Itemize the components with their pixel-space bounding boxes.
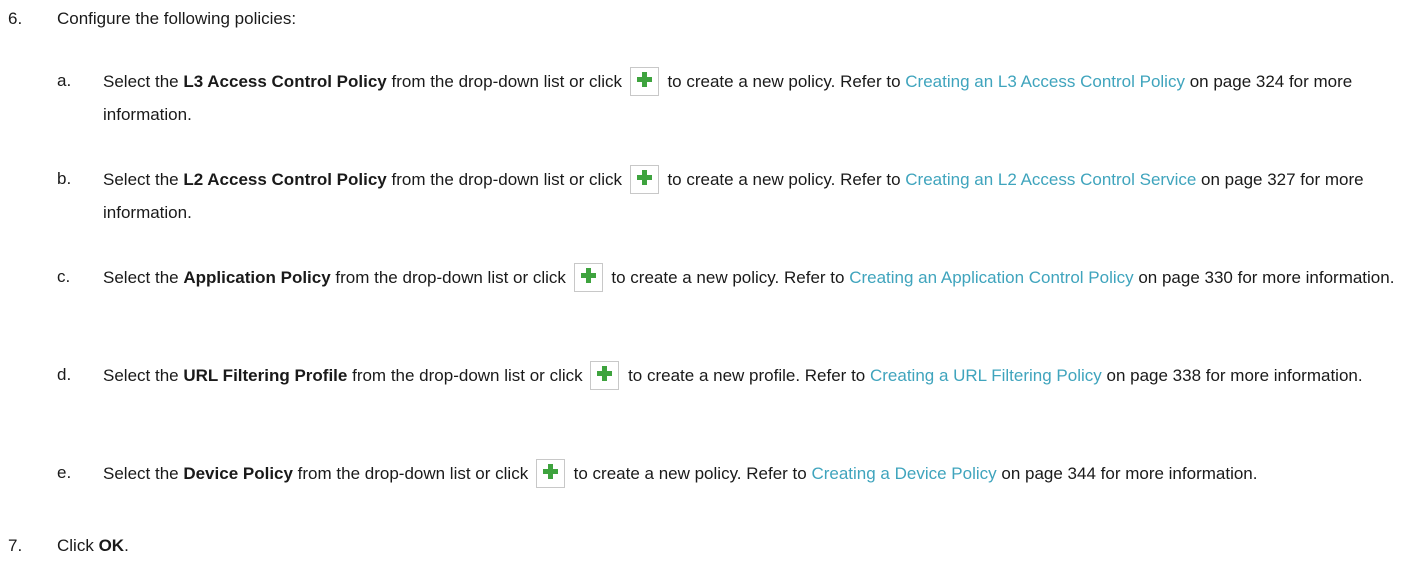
substep-post: to create a new profile. Refer to bbox=[623, 366, 870, 385]
plus-icon bbox=[636, 170, 652, 185]
substep-letter: e. bbox=[57, 463, 72, 482]
reference-link[interactable]: Creating an L3 Access Control Policy bbox=[905, 72, 1185, 91]
substep-text: Select the Application Policy from the d… bbox=[103, 261, 1396, 294]
substep-letter: b. bbox=[57, 169, 72, 188]
add-policy-button[interactable] bbox=[535, 459, 565, 488]
substep-prefix: Select the bbox=[103, 268, 184, 287]
substep-mid: from the drop-down list or click bbox=[330, 268, 571, 287]
substep-text: Select the L2 Access Control Policy from… bbox=[103, 163, 1396, 229]
policy-name: Application Policy bbox=[183, 268, 331, 287]
reference-link[interactable]: Creating an L2 Access Control Service bbox=[905, 170, 1196, 189]
policy-name: L2 Access Control Policy bbox=[183, 170, 387, 189]
substep-letter: d. bbox=[57, 365, 72, 384]
add-policy-button[interactable] bbox=[629, 165, 659, 194]
substep-prefix: Select the bbox=[103, 170, 184, 189]
plus-icon bbox=[580, 268, 596, 283]
substep-mid: from the drop-down list or click bbox=[347, 366, 588, 385]
substep-letter: a. bbox=[57, 71, 72, 90]
plus-icon bbox=[597, 366, 613, 381]
step-text: Click OK. bbox=[57, 536, 1398, 556]
substep-mid: from the drop-down list or click bbox=[386, 72, 627, 91]
substep-letter: c. bbox=[57, 267, 71, 286]
substep-text: Select the URL Filtering Profile from th… bbox=[103, 359, 1396, 392]
policy-name: Device Policy bbox=[183, 464, 293, 483]
substep-mid: from the drop-down list or click bbox=[386, 170, 627, 189]
substep-tail: on page 330 for more information. bbox=[1133, 268, 1395, 287]
reference-link[interactable]: Creating a Device Policy bbox=[811, 464, 996, 483]
plus-icon bbox=[636, 72, 652, 87]
substep-prefix: Select the bbox=[103, 464, 184, 483]
add-profile-button[interactable] bbox=[590, 361, 620, 390]
substep-post: to create a new policy. Refer to bbox=[606, 268, 850, 287]
substep-text: Select the Device Policy from the drop-d… bbox=[103, 457, 1396, 490]
reference-link[interactable]: Creating a URL Filtering Policy bbox=[870, 366, 1102, 385]
add-policy-button[interactable] bbox=[573, 263, 603, 292]
add-policy-button[interactable] bbox=[629, 67, 659, 96]
reference-link[interactable]: Creating an Application Control Policy bbox=[849, 268, 1133, 287]
policy-name: URL Filtering Profile bbox=[183, 366, 348, 385]
step-number: 7. bbox=[8, 536, 23, 555]
step-text: Configure the following policies: bbox=[57, 9, 297, 28]
substep-post: to create a new policy. Refer to bbox=[662, 72, 906, 91]
substep-post: to create a new policy. Refer to bbox=[662, 170, 906, 189]
substep-prefix: Select the bbox=[103, 72, 184, 91]
plus-icon bbox=[542, 464, 558, 479]
policy-name: L3 Access Control Policy bbox=[183, 72, 387, 91]
substep-tail: on page 338 for more information. bbox=[1101, 366, 1363, 385]
substep-prefix: Select the bbox=[103, 366, 184, 385]
step-number: 6. bbox=[8, 9, 23, 28]
step-prefix: Click bbox=[57, 536, 99, 555]
substep-text: Select the L3 Access Control Policy from… bbox=[103, 65, 1396, 131]
ok-label: OK bbox=[98, 536, 125, 555]
substep-post: to create a new policy. Refer to bbox=[568, 464, 812, 483]
substep-mid: from the drop-down list or click bbox=[292, 464, 533, 483]
step-suffix: . bbox=[124, 536, 129, 555]
substep-tail: on page 344 for more information. bbox=[996, 464, 1258, 483]
